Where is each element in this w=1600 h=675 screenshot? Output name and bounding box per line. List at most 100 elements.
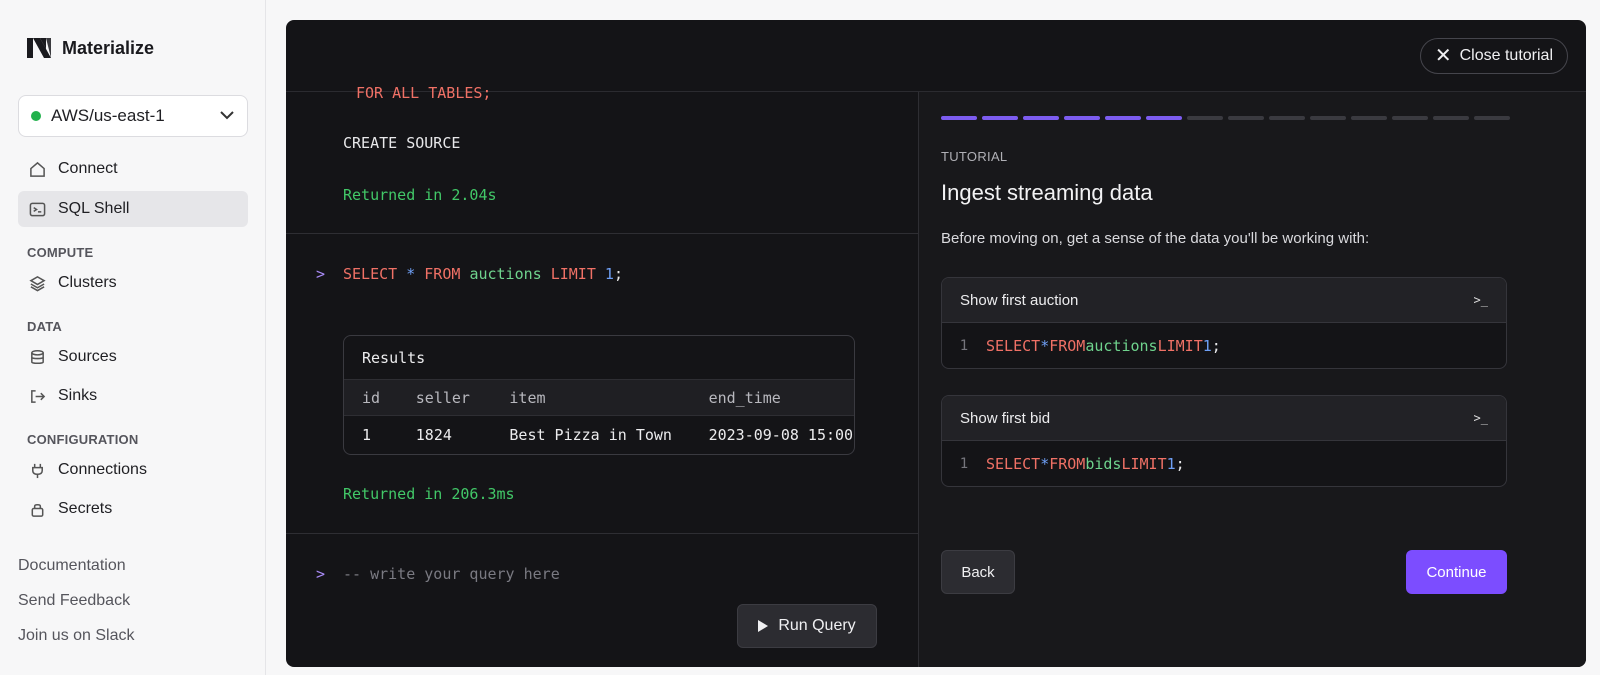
progress-segment bbox=[1105, 116, 1141, 120]
table-cell: 1 bbox=[362, 426, 372, 444]
sql-identifier: auctions bbox=[469, 265, 542, 283]
home-icon bbox=[28, 160, 46, 178]
returned-time-line: Returned in 2.04s bbox=[343, 186, 497, 204]
returned-time-line: Returned in 206.3ms bbox=[343, 485, 515, 503]
continue-button[interactable]: Continue bbox=[1406, 550, 1507, 594]
sql-terminator: ; bbox=[613, 265, 623, 283]
region-status-dot bbox=[31, 111, 41, 121]
shell-separator bbox=[286, 233, 918, 234]
terminal-icon bbox=[28, 200, 46, 218]
column-header: seller bbox=[415, 388, 470, 407]
snippet-card-bid: Show first bid >_ 1 SELECT * FROM bids LI… bbox=[941, 395, 1507, 487]
sidebar-item-label: Sources bbox=[58, 348, 117, 365]
sql-operator: * bbox=[1040, 337, 1050, 355]
sql-keyword: FROM bbox=[1049, 337, 1086, 355]
column-header: end_time bbox=[708, 388, 781, 407]
snippet-title: Show first auction bbox=[960, 291, 1079, 309]
materialize-logo[interactable]: Materialize bbox=[26, 36, 154, 60]
tutorial-pane: TUTORIAL Ingest streaming data Before mo… bbox=[919, 92, 1586, 667]
column-header: id bbox=[362, 388, 381, 407]
executed-query: > bbox=[316, 265, 325, 283]
region-label: AWS/us-east-1 bbox=[51, 106, 165, 125]
close-tutorial-button[interactable]: ✕ Close tutorial bbox=[1419, 38, 1568, 74]
results-header-row: id seller item end_time bbox=[344, 380, 854, 416]
tutorial-label: TUTORIAL bbox=[941, 149, 1008, 164]
sql-identifier: auctions bbox=[1085, 337, 1158, 355]
progress-segment bbox=[1064, 116, 1100, 120]
sql-operator: * bbox=[1040, 455, 1050, 473]
sql-keyword: SELECT bbox=[343, 265, 398, 283]
plug-icon bbox=[28, 461, 46, 479]
slack-link[interactable]: Join us on Slack bbox=[18, 627, 135, 645]
back-button[interactable]: Back bbox=[941, 550, 1015, 594]
sql-number: 1 bbox=[1166, 455, 1176, 473]
column-header: item bbox=[509, 388, 546, 407]
sidebar-item-connections[interactable]: Connections bbox=[18, 452, 248, 488]
database-icon bbox=[28, 348, 46, 366]
sql-keyword: LIMIT bbox=[1121, 455, 1167, 473]
app-name: Materialize bbox=[62, 37, 155, 58]
sql-number: 1 bbox=[1202, 337, 1212, 355]
snippet-header[interactable]: Show first auction >_ bbox=[942, 278, 1506, 323]
sidebar-item-sinks[interactable]: Sinks bbox=[18, 378, 248, 414]
terminal-icon[interactable]: >_ bbox=[1474, 293, 1488, 307]
documentation-link[interactable]: Documentation bbox=[18, 557, 126, 575]
sidebar-item-sources[interactable]: Sources bbox=[18, 339, 248, 375]
sidebar-item-secrets[interactable]: Secrets bbox=[18, 491, 248, 527]
sql-terminator: ; bbox=[1211, 337, 1221, 355]
table-row: 1 1824 Best Pizza in Town 2023-09-08 15:… bbox=[344, 416, 854, 454]
section-heading-configuration: CONFIGURATION bbox=[27, 432, 139, 447]
prompt-chevron-icon: > bbox=[316, 565, 326, 583]
progress-segment bbox=[982, 116, 1018, 120]
sidebar-item-label: SQL Shell bbox=[58, 200, 130, 217]
sidebar-item-label: Clusters bbox=[58, 274, 117, 291]
progress-segment bbox=[1433, 116, 1469, 120]
shell-separator bbox=[286, 533, 918, 534]
sidebar-item-connect[interactable]: Connect bbox=[18, 151, 248, 187]
progress-segment bbox=[1310, 116, 1346, 120]
snippet-header[interactable]: Show first bid >_ bbox=[942, 396, 1506, 441]
results-title: Results bbox=[344, 336, 854, 380]
run-query-button[interactable]: Run Query bbox=[737, 604, 877, 648]
sidebar-item-sql-shell[interactable]: SQL Shell bbox=[18, 191, 248, 227]
play-icon bbox=[758, 620, 769, 632]
layers-icon bbox=[28, 274, 46, 292]
sql-keyword: SELECT bbox=[986, 337, 1041, 355]
sidebar-item-label: Secrets bbox=[58, 500, 113, 517]
sql-operator: * bbox=[406, 265, 416, 283]
prompt-chevron-icon: > bbox=[316, 265, 326, 283]
progress-segment bbox=[1187, 116, 1223, 120]
send-feedback-link[interactable]: Send Feedback bbox=[18, 592, 130, 610]
sql-number: 1 bbox=[604, 265, 614, 283]
tutorial-panel: ✕ Close tutorial FOR ALL TABLES; CREATE … bbox=[286, 20, 1586, 667]
panel-topbar: ✕ Close tutorial bbox=[286, 20, 1586, 92]
section-heading-compute: COMPUTE bbox=[27, 245, 94, 260]
command-result-line: CREATE SOURCE bbox=[343, 134, 461, 152]
sql-keyword: LIMIT bbox=[1157, 337, 1203, 355]
chevron-down-icon bbox=[219, 107, 235, 125]
tutorial-description: Before moving on, get a sense of the dat… bbox=[941, 230, 1370, 247]
terminal-icon[interactable]: >_ bbox=[1474, 411, 1488, 425]
close-tutorial-label: Close tutorial bbox=[1459, 47, 1553, 64]
results-table: Results id seller item end_time 1 1824 B… bbox=[343, 335, 855, 455]
sidebar-item-clusters[interactable]: Clusters bbox=[18, 265, 248, 301]
progress-segment bbox=[1228, 116, 1264, 120]
line-number: 1 bbox=[959, 338, 969, 354]
executed-query-text: SELECT * FROM auctions LIMIT 1; bbox=[343, 265, 623, 283]
run-query-label: Run Query bbox=[778, 617, 856, 634]
snippet-code: 1 SELECT * FROM auctions LIMIT 1; bbox=[942, 323, 1506, 368]
sidebar-item-label: Connections bbox=[58, 461, 147, 478]
partial-query-line: FOR ALL TABLES; bbox=[356, 84, 492, 102]
section-heading-data: DATA bbox=[27, 319, 62, 334]
progress-segment bbox=[1392, 116, 1428, 120]
progress-segment bbox=[1351, 116, 1387, 120]
sidebar-item-label: Connect bbox=[58, 160, 118, 177]
region-selector[interactable]: AWS/us-east-1 bbox=[18, 95, 248, 137]
sql-shell-output: FOR ALL TABLES; CREATE SOURCE Returned i… bbox=[286, 84, 918, 667]
sql-terminator: ; bbox=[1175, 455, 1185, 473]
lock-icon bbox=[28, 500, 46, 518]
tutorial-title: Ingest streaming data bbox=[941, 180, 1153, 205]
export-icon bbox=[28, 387, 46, 405]
query-input[interactable]: -- write your query here bbox=[343, 565, 863, 583]
line-number: 1 bbox=[959, 456, 969, 472]
